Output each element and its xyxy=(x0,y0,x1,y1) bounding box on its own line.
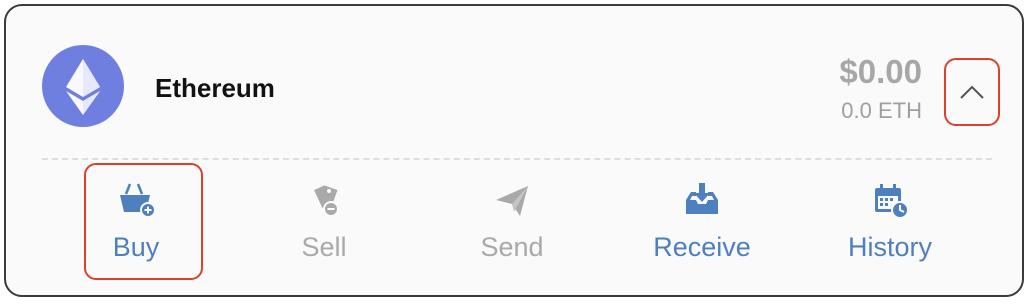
crypto-balance: 0.0 ETH xyxy=(841,98,922,123)
send-button[interactable]: Send xyxy=(452,176,572,276)
history-button[interactable]: History xyxy=(830,176,950,276)
basket-add-icon xyxy=(120,183,156,218)
receive-label: Receive xyxy=(653,232,751,262)
divider xyxy=(42,158,992,160)
buy-label: Buy xyxy=(112,232,160,262)
send-label: Send xyxy=(480,232,544,262)
ethereum-logo-icon xyxy=(42,45,124,127)
tag-remove-icon xyxy=(314,185,339,217)
fiat-balance: $0.00 xyxy=(839,53,922,90)
asset-name: Ethereum xyxy=(155,73,275,103)
calendar-clock-icon xyxy=(875,184,909,219)
collapse-button[interactable] xyxy=(944,58,1000,126)
paper-plane-icon xyxy=(496,186,528,216)
asset-card: Ethereum $0.00 0.0 ETH Buy Sell Send Rec… xyxy=(4,4,1024,297)
receive-button[interactable]: Receive xyxy=(642,176,762,276)
history-label: History xyxy=(847,232,932,262)
sell-button[interactable]: Sell xyxy=(264,176,384,276)
sell-label: Sell xyxy=(301,232,347,262)
buy-button[interactable]: Buy xyxy=(76,176,196,276)
chevron-up-icon xyxy=(960,85,984,99)
inbox-download-icon xyxy=(686,183,718,214)
